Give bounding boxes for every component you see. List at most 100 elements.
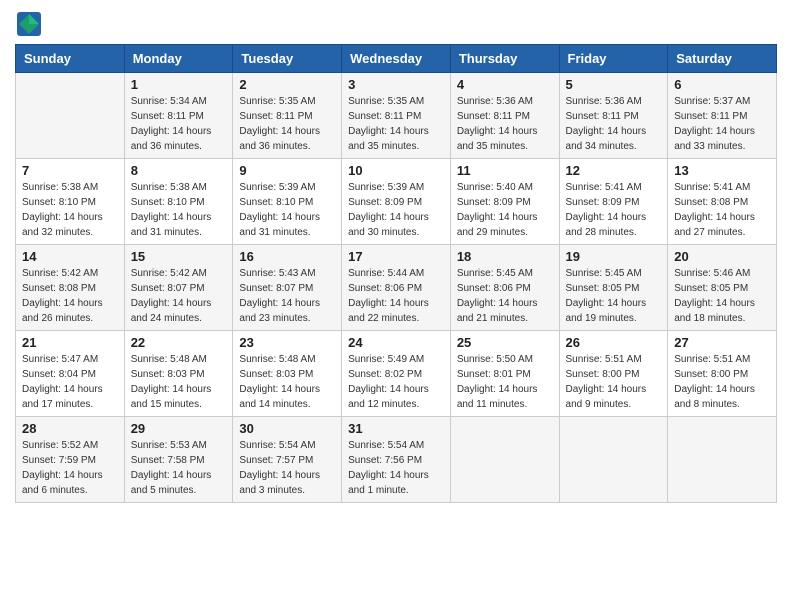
week-row-1: 1 Sunrise: 5:34 AMSunset: 8:11 PMDaylight…	[16, 73, 777, 159]
header-wednesday: Wednesday	[342, 45, 451, 73]
day-detail: Sunrise: 5:54 AMSunset: 7:56 PMDaylight:…	[348, 438, 444, 498]
day-detail: Sunrise: 5:38 AMSunset: 8:10 PMDaylight:…	[131, 180, 227, 240]
header-friday: Friday	[559, 45, 668, 73]
day-cell: 13 Sunrise: 5:41 AMSunset: 8:08 PMDayligh…	[668, 159, 777, 245]
calendar-header-row: SundayMondayTuesdayWednesdayThursdayFrid…	[16, 45, 777, 73]
day-detail: Sunrise: 5:46 AMSunset: 8:05 PMDaylight:…	[674, 266, 770, 326]
day-cell: 4 Sunrise: 5:36 AMSunset: 8:11 PMDaylight…	[450, 73, 559, 159]
day-number: 14	[22, 249, 118, 264]
day-number: 19	[566, 249, 662, 264]
day-detail: Sunrise: 5:45 AMSunset: 8:06 PMDaylight:…	[457, 266, 553, 326]
day-cell: 30Sunrise: 5:54 AMSunset: 7:57 PMDayligh…	[233, 417, 342, 503]
day-detail: Sunrise: 5:53 AMSunset: 7:58 PMDaylight:…	[131, 438, 227, 498]
day-detail: Sunrise: 5:41 AMSunset: 8:09 PMDaylight:…	[566, 180, 662, 240]
logo	[15, 10, 47, 38]
day-number: 13	[674, 163, 770, 178]
day-cell: 20 Sunrise: 5:46 AMSunset: 8:05 PMDayligh…	[668, 245, 777, 331]
header-monday: Monday	[124, 45, 233, 73]
day-cell: 21 Sunrise: 5:47 AMSunset: 8:04 PMDayligh…	[16, 331, 125, 417]
day-number: 15	[131, 249, 227, 264]
header-saturday: Saturday	[668, 45, 777, 73]
week-row-5: 28 Sunrise: 5:52 AMSunset: 7:59 PMDayligh…	[16, 417, 777, 503]
day-detail: Sunrise: 5:39 AMSunset: 8:09 PMDaylight:…	[348, 180, 444, 240]
day-cell: 1 Sunrise: 5:34 AMSunset: 8:11 PMDaylight…	[124, 73, 233, 159]
day-number: 3	[348, 77, 444, 92]
header-tuesday: Tuesday	[233, 45, 342, 73]
day-cell: 23 Sunrise: 5:48 AMSunset: 8:03 PMDayligh…	[233, 331, 342, 417]
day-number: 21	[22, 335, 118, 350]
day-cell: 3 Sunrise: 5:35 AMSunset: 8:11 PMDaylight…	[342, 73, 451, 159]
day-detail: Sunrise: 5:39 AMSunset: 8:10 PMDaylight:…	[239, 180, 335, 240]
day-number: 27	[674, 335, 770, 350]
day-number: 31	[348, 421, 444, 436]
day-detail: Sunrise: 5:41 AMSunset: 8:08 PMDaylight:…	[674, 180, 770, 240]
day-cell	[668, 417, 777, 503]
day-detail: Sunrise: 5:52 AMSunset: 7:59 PMDaylight:…	[22, 438, 118, 498]
day-detail: Sunrise: 5:48 AMSunset: 8:03 PMDaylight:…	[131, 352, 227, 412]
day-cell: 22 Sunrise: 5:48 AMSunset: 8:03 PMDayligh…	[124, 331, 233, 417]
day-cell: 14 Sunrise: 5:42 AMSunset: 8:08 PMDayligh…	[16, 245, 125, 331]
day-detail: Sunrise: 5:47 AMSunset: 8:04 PMDaylight:…	[22, 352, 118, 412]
day-number: 5	[566, 77, 662, 92]
day-cell: 26 Sunrise: 5:51 AMSunset: 8:00 PMDayligh…	[559, 331, 668, 417]
day-cell	[16, 73, 125, 159]
day-number: 20	[674, 249, 770, 264]
calendar-table: SundayMondayTuesdayWednesdayThursdayFrid…	[15, 44, 777, 503]
day-number: 26	[566, 335, 662, 350]
day-cell: 18 Sunrise: 5:45 AMSunset: 8:06 PMDayligh…	[450, 245, 559, 331]
day-number: 22	[131, 335, 227, 350]
day-cell	[450, 417, 559, 503]
day-detail: Sunrise: 5:36 AMSunset: 8:11 PMDaylight:…	[566, 94, 662, 154]
day-cell: 29 Sunrise: 5:53 AMSunset: 7:58 PMDayligh…	[124, 417, 233, 503]
day-detail: Sunrise: 5:45 AMSunset: 8:05 PMDaylight:…	[566, 266, 662, 326]
day-number: 23	[239, 335, 335, 350]
day-number: 10	[348, 163, 444, 178]
day-number: 17	[348, 249, 444, 264]
day-cell: 12 Sunrise: 5:41 AMSunset: 8:09 PMDayligh…	[559, 159, 668, 245]
day-cell: 27 Sunrise: 5:51 AMSunset: 8:00 PMDayligh…	[668, 331, 777, 417]
day-cell	[559, 417, 668, 503]
day-number: 28	[22, 421, 118, 436]
day-number: 4	[457, 77, 553, 92]
day-number: 2	[239, 77, 335, 92]
day-detail: Sunrise: 5:36 AMSunset: 8:11 PMDaylight:…	[457, 94, 553, 154]
day-number: 1	[131, 77, 227, 92]
day-detail: Sunrise: 5:50 AMSunset: 8:01 PMDaylight:…	[457, 352, 553, 412]
day-cell: 31 Sunrise: 5:54 AMSunset: 7:56 PMDayligh…	[342, 417, 451, 503]
day-detail: Sunrise: 5:34 AMSunset: 8:11 PMDaylight:…	[131, 94, 227, 154]
day-cell: 25Sunrise: 5:50 AMSunset: 8:01 PMDayligh…	[450, 331, 559, 417]
day-detail: Sunrise: 5:51 AMSunset: 8:00 PMDaylight:…	[566, 352, 662, 412]
day-detail: Sunrise: 5:51 AMSunset: 8:00 PMDaylight:…	[674, 352, 770, 412]
week-row-2: 7Sunrise: 5:38 AMSunset: 8:10 PMDaylight…	[16, 159, 777, 245]
day-number: 29	[131, 421, 227, 436]
day-cell: 8 Sunrise: 5:38 AMSunset: 8:10 PMDaylight…	[124, 159, 233, 245]
day-number: 18	[457, 249, 553, 264]
logo-icon	[15, 10, 43, 38]
day-cell: 16Sunrise: 5:43 AMSunset: 8:07 PMDayligh…	[233, 245, 342, 331]
day-detail: Sunrise: 5:35 AMSunset: 8:11 PMDaylight:…	[239, 94, 335, 154]
day-detail: Sunrise: 5:40 AMSunset: 8:09 PMDaylight:…	[457, 180, 553, 240]
header-thursday: Thursday	[450, 45, 559, 73]
day-detail: Sunrise: 5:48 AMSunset: 8:03 PMDaylight:…	[239, 352, 335, 412]
day-cell: 24Sunrise: 5:49 AMSunset: 8:02 PMDayligh…	[342, 331, 451, 417]
day-number: 6	[674, 77, 770, 92]
day-cell: 10 Sunrise: 5:39 AMSunset: 8:09 PMDayligh…	[342, 159, 451, 245]
day-cell: 7Sunrise: 5:38 AMSunset: 8:10 PMDaylight…	[16, 159, 125, 245]
day-number: 9	[239, 163, 335, 178]
day-cell: 17 Sunrise: 5:44 AMSunset: 8:06 PMDayligh…	[342, 245, 451, 331]
header-sunday: Sunday	[16, 45, 125, 73]
day-detail: Sunrise: 5:35 AMSunset: 8:11 PMDaylight:…	[348, 94, 444, 154]
week-row-3: 14 Sunrise: 5:42 AMSunset: 8:08 PMDayligh…	[16, 245, 777, 331]
day-detail: Sunrise: 5:42 AMSunset: 8:07 PMDaylight:…	[131, 266, 227, 326]
day-cell: 2 Sunrise: 5:35 AMSunset: 8:11 PMDaylight…	[233, 73, 342, 159]
day-number: 24	[348, 335, 444, 350]
day-number: 8	[131, 163, 227, 178]
day-detail: Sunrise: 5:37 AMSunset: 8:11 PMDaylight:…	[674, 94, 770, 154]
day-cell: 11Sunrise: 5:40 AMSunset: 8:09 PMDayligh…	[450, 159, 559, 245]
week-row-4: 21 Sunrise: 5:47 AMSunset: 8:04 PMDayligh…	[16, 331, 777, 417]
day-detail: Sunrise: 5:42 AMSunset: 8:08 PMDaylight:…	[22, 266, 118, 326]
day-detail: Sunrise: 5:43 AMSunset: 8:07 PMDaylight:…	[239, 266, 335, 326]
day-detail: Sunrise: 5:38 AMSunset: 8:10 PMDaylight:…	[22, 180, 118, 240]
day-number: 12	[566, 163, 662, 178]
day-detail: Sunrise: 5:44 AMSunset: 8:06 PMDaylight:…	[348, 266, 444, 326]
